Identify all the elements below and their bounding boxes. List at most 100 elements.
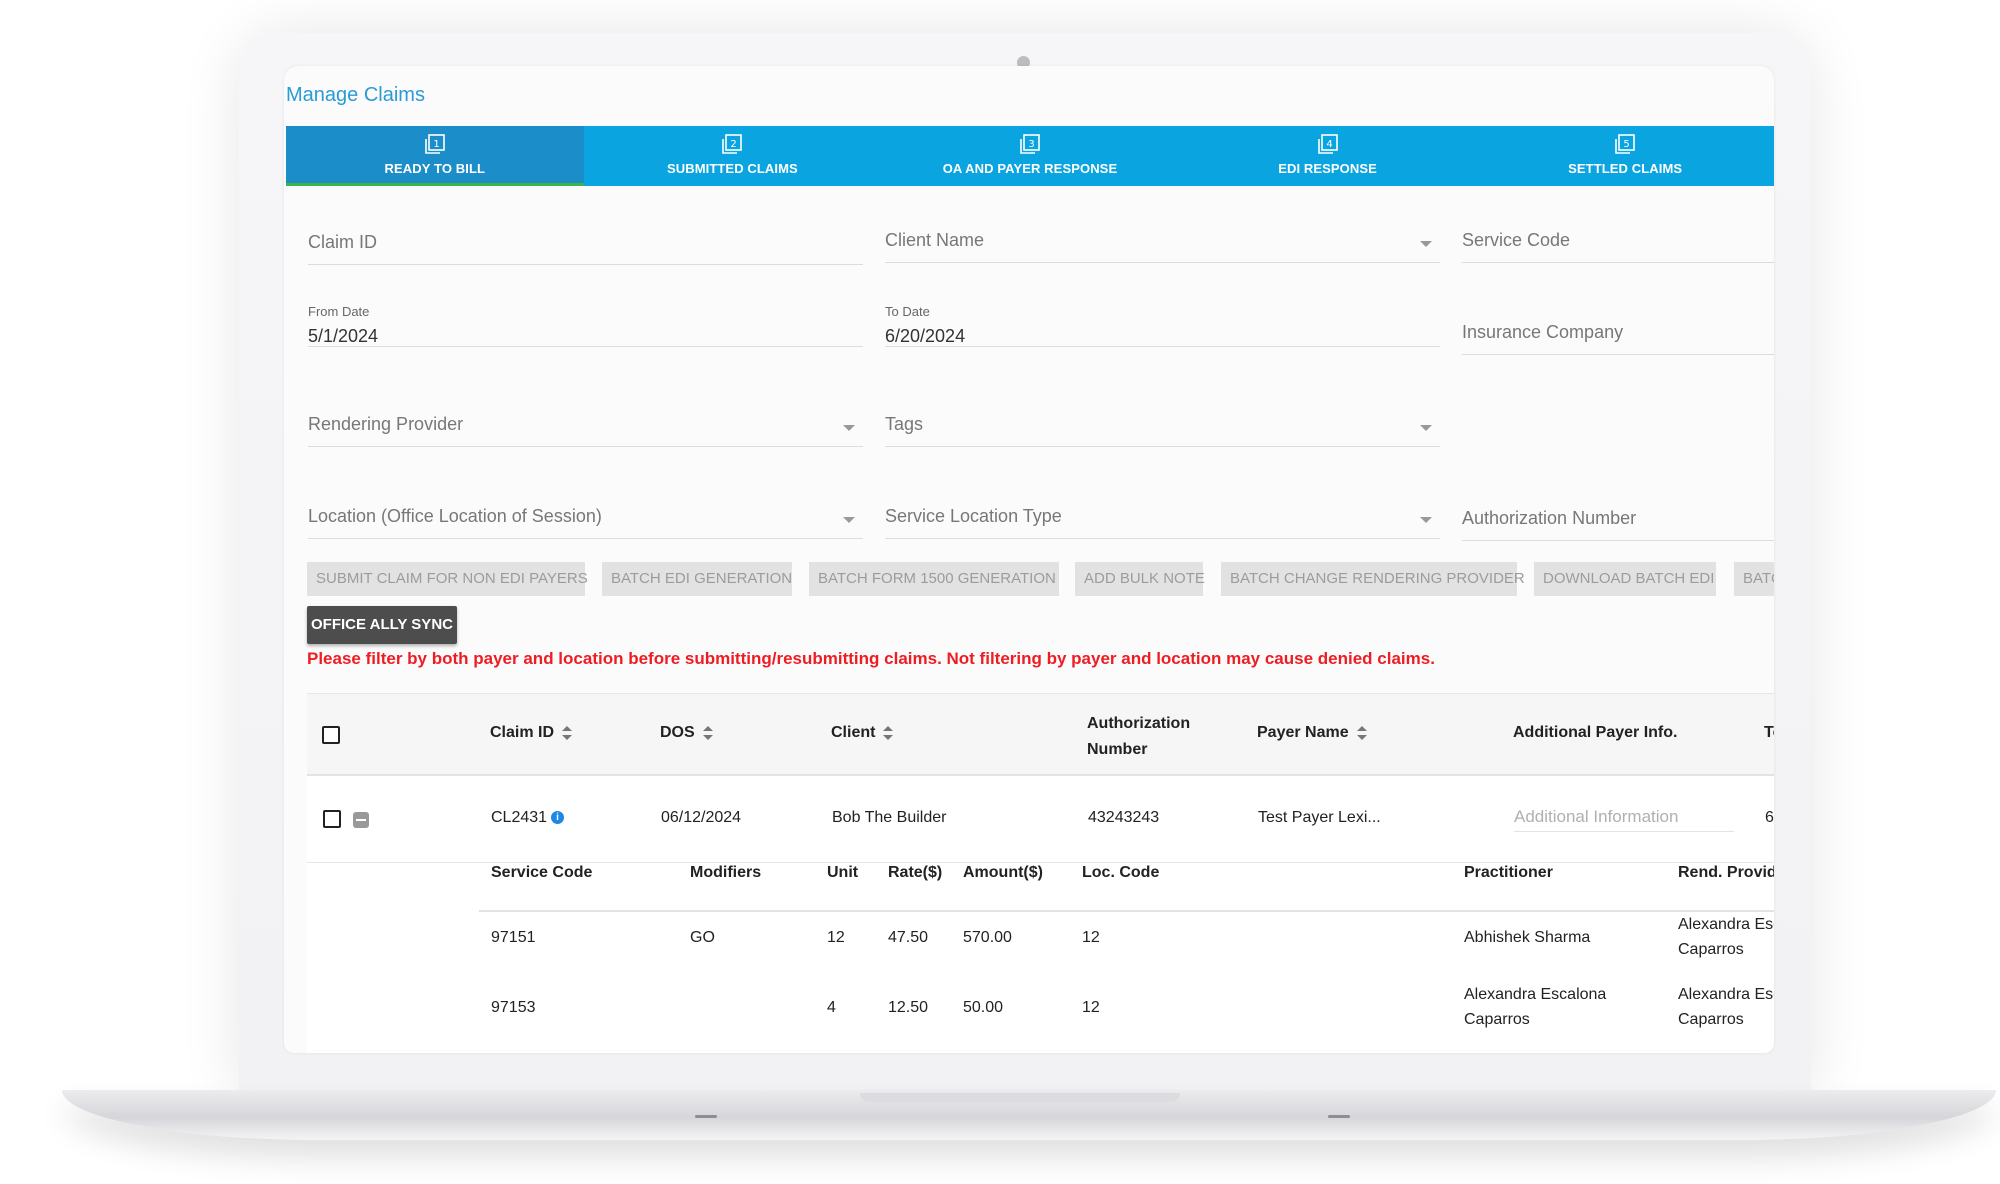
authorization-number-placeholder: Authorization Number <box>1462 508 1637 528</box>
header-authorization-number: Authorization Number <box>1087 711 1190 763</box>
sub-header-modifiers: Modifiers <box>690 864 762 881</box>
add-bulk-note-button[interactable]: ADD BULK NOTE <box>1075 562 1205 596</box>
sub-header-loc-code: Loc. Code <box>1082 864 1160 881</box>
header-client[interactable]: Client <box>831 724 894 742</box>
chevron-down-icon <box>1420 241 1432 247</box>
tags-select[interactable]: Tags <box>885 400 1440 447</box>
download-batch-edi-button[interactable]: DOWNLOAD BATCH EDI <box>1534 562 1716 596</box>
insurance-company-placeholder: Insurance Company <box>1462 322 1624 342</box>
tab-number-icon: 3 <box>1020 134 1040 154</box>
sub-header-rate: Rate($) <box>888 864 943 881</box>
sub-rate: 12.50 <box>888 999 929 1016</box>
client-name-placeholder: Client Name <box>885 230 985 250</box>
tab-submitted-claims[interactable]: 2 SUBMITTED CLAIMS <box>584 126 882 186</box>
header-truncated: To <box>1764 724 1774 741</box>
tab-number-icon: 1 <box>424 134 445 154</box>
sub-header-service-code: Service Code <box>491 864 593 881</box>
sub-amount: 570.00 <box>963 929 1012 946</box>
sub-unit: 12 <box>827 929 845 946</box>
sub-loc-code: 12 <box>1082 999 1100 1016</box>
tab-bar: 1 READY TO BILL 2 SUBMITTED CLAIMS 3 OA … <box>286 126 1774 186</box>
svg-text:2: 2 <box>731 139 737 150</box>
header-auth-line2: Number <box>1087 741 1148 758</box>
header-client-label: Client <box>831 724 876 741</box>
tab-settled-claims[interactable]: 5 SETTLED CLAIMS <box>1476 126 1774 186</box>
sub-service-code: 97153 <box>491 999 536 1016</box>
chevron-down-icon <box>843 425 855 431</box>
sub-rend-provider: Alexandra Esc Caparros <box>1678 982 1774 1032</box>
svg-text:4: 4 <box>1326 139 1332 150</box>
service-location-type-placeholder: Service Location Type <box>885 506 1062 526</box>
table-header: Claim ID DOS Client Authorization Number … <box>307 694 1774 776</box>
info-icon[interactable]: i <box>551 811 565 825</box>
office-ally-sync-button[interactable]: OFFICE ALLY SYNC <box>307 606 457 644</box>
header-dos-label: DOS <box>660 724 695 741</box>
claim-id-value: CL2431 <box>491 809 548 826</box>
rend-provider-line1: Alexandra Esc <box>1678 986 1774 1003</box>
batch-truncated-button[interactable]: BATC <box>1734 562 1774 596</box>
claim-id-placeholder: Claim ID <box>308 232 378 252</box>
claim-id-field[interactable]: Claim ID <box>308 218 863 265</box>
sub-practitioner: Abhishek Sharma <box>1464 929 1591 946</box>
additional-info-input[interactable]: Additional Information <box>1514 807 1734 832</box>
collapse-icon[interactable] <box>353 812 369 828</box>
cell-truncated: 62 <box>1765 809 1774 826</box>
sub-header-rend-provider: Rend. Provide <box>1678 864 1774 881</box>
batch-edi-generation-button[interactable]: BATCH EDI GENERATION <box>602 562 792 596</box>
location-select[interactable]: Location (Office Location of Session) <box>308 492 863 539</box>
cell-dos: 06/12/2024 <box>661 809 742 826</box>
tab-oa-and-payer-response[interactable]: 3 OA AND PAYER RESPONSE <box>881 126 1179 186</box>
row-checkbox[interactable] <box>323 810 341 828</box>
location-placeholder: Location (Office Location of Session) <box>308 506 602 526</box>
tab-label: OA AND PAYER RESPONSE <box>942 161 1118 176</box>
header-payer-name[interactable]: Payer Name <box>1257 724 1367 742</box>
authorization-number-field[interactable]: Authorization Number <box>1462 494 1774 541</box>
sub-header-unit: Unit <box>827 864 859 881</box>
cell-client: Bob The Builder <box>832 809 947 826</box>
tab-ready-to-bill[interactable]: 1 READY TO BILL <box>286 126 584 186</box>
tab-edi-response[interactable]: 4 EDI RESPONSE <box>1179 126 1477 186</box>
tab-number-icon: 4 <box>1317 134 1338 154</box>
cell-claim-id[interactable]: CL2431 i <box>491 809 565 827</box>
sort-icon[interactable] <box>702 725 713 740</box>
rendering-provider-placeholder: Rendering Provider <box>308 414 464 434</box>
batch-change-rendering-provider-button[interactable]: BATCH CHANGE RENDERING PROVIDER <box>1221 562 1525 596</box>
sub-rate: 47.50 <box>888 929 929 946</box>
cell-authorization-number: 43243243 <box>1088 809 1160 826</box>
from-date-label: From Date <box>308 304 370 319</box>
sort-icon[interactable] <box>562 725 573 740</box>
to-date-value: 6/20/2024 <box>885 326 966 346</box>
tab-label: SUBMITTED CLAIMS <box>666 161 798 176</box>
service-location-type-select[interactable]: Service Location Type <box>885 492 1440 539</box>
from-date-field[interactable]: From Date 5/1/2024 <box>308 300 863 347</box>
tab-number-icon: 5 <box>1615 134 1635 154</box>
to-date-field[interactable]: To Date 6/20/2024 <box>885 300 1440 347</box>
svg-text:5: 5 <box>1623 139 1629 150</box>
rendering-provider-select[interactable]: Rendering Provider <box>308 400 863 447</box>
header-auth-line1: Authorization <box>1087 715 1191 732</box>
app-screen: Manage Claims 1 READY TO BILL 2 SUBMITTE… <box>284 66 1774 1053</box>
service-code-placeholder: Service Code <box>1462 230 1571 250</box>
sort-icon[interactable] <box>883 725 894 740</box>
batch-form-1500-button[interactable]: BATCH FORM 1500 GENERATION <box>809 562 1059 596</box>
cell-payer-name: Test Payer Lexi... <box>1258 809 1381 826</box>
sub-modifiers: GO <box>690 929 715 946</box>
table-row[interactable]: CL2431 i 06/12/2024 Bob The Builder 43243… <box>307 776 1774 863</box>
header-dos[interactable]: DOS <box>660 724 713 742</box>
laptop-foot <box>695 1115 717 1118</box>
warning-message: Please filter by both payer and location… <box>307 649 1435 668</box>
sub-service-code: 97151 <box>491 929 536 946</box>
insurance-company-field[interactable]: Insurance Company <box>1462 308 1774 355</box>
client-name-select[interactable]: Client Name <box>885 216 1440 263</box>
header-claim-id[interactable]: Claim ID <box>490 724 573 742</box>
submit-claim-non-edi-button[interactable]: SUBMIT CLAIM FOR NON EDI PAYERS <box>307 562 588 596</box>
tab-label: EDI RESPONSE <box>1278 161 1377 176</box>
laptop-notch <box>860 1093 1180 1102</box>
practitioner-line2: Caparros <box>1464 1011 1530 1028</box>
chevron-down-icon <box>843 517 855 523</box>
header-claim-id-label: Claim ID <box>490 724 555 741</box>
service-code-field[interactable]: Service Code <box>1462 216 1774 263</box>
sort-icon[interactable] <box>1356 725 1367 740</box>
select-all-checkbox[interactable] <box>322 726 340 744</box>
chevron-down-icon <box>1420 517 1432 523</box>
